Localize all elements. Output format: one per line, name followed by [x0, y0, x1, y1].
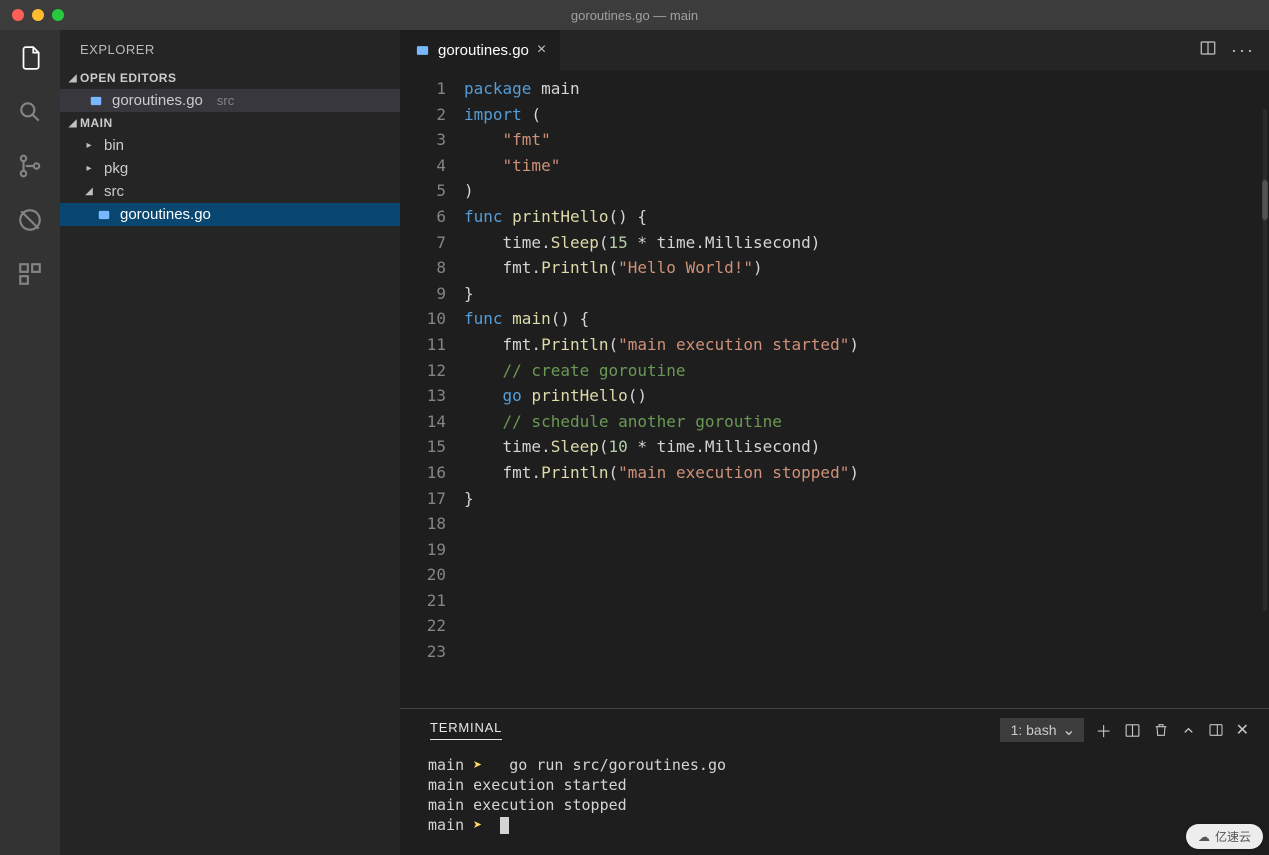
close-window-button[interactable]: [12, 9, 24, 21]
editor-tabs: goroutines.go × ···: [400, 30, 1269, 70]
collapse-icon[interactable]: [1181, 723, 1196, 738]
chevron-down-icon: ◢: [82, 186, 96, 197]
main-area: EXPLORER ◢ OPEN EDITORS goroutines.go src…: [0, 30, 1269, 855]
code-content[interactable]: package mainimport ( "fmt" "time")func p…: [464, 76, 1269, 708]
open-editor-item[interactable]: goroutines.go src: [60, 89, 400, 112]
split-editor-icon[interactable]: [1199, 39, 1217, 62]
folder-name: bin: [104, 137, 124, 154]
watermark: ☁ 亿速云: [1186, 824, 1263, 849]
terminal-output[interactable]: main ➤ go run src/goroutines.gomain exec…: [400, 751, 1269, 855]
debug-icon[interactable]: [16, 206, 44, 234]
search-icon[interactable]: [16, 98, 44, 126]
go-file-icon: [96, 207, 112, 223]
open-editors-label: OPEN EDITORS: [80, 71, 176, 85]
maximize-icon[interactable]: [1208, 722, 1224, 738]
editor-actions: ···: [1199, 30, 1269, 70]
files-icon[interactable]: [16, 44, 44, 72]
kill-terminal-icon[interactable]: [1153, 722, 1169, 738]
zoom-window-button[interactable]: [52, 9, 64, 21]
folder-name: src: [104, 183, 124, 200]
file-name: goroutines.go: [120, 206, 211, 223]
chevron-down-icon: ◢: [66, 73, 80, 84]
terminal-title[interactable]: TERMINAL: [430, 720, 502, 740]
watermark-text: 亿速云: [1215, 828, 1251, 845]
minimize-window-button[interactable]: [32, 9, 44, 21]
go-file-icon: [88, 93, 104, 109]
workspace-label: MAIN: [80, 116, 113, 130]
folder-item[interactable]: ◢ src: [60, 180, 400, 203]
window-controls: [0, 9, 64, 21]
folder-item[interactable]: ▸ pkg: [60, 157, 400, 180]
source-control-icon[interactable]: [16, 152, 44, 180]
close-panel-icon[interactable]: ✕: [1236, 720, 1249, 740]
editor-area: goroutines.go × ··· 12345678910111213141…: [400, 30, 1269, 855]
split-terminal-icon[interactable]: [1124, 722, 1141, 739]
editor-scrollbar-thumb[interactable]: [1262, 180, 1268, 220]
titlebar: goroutines.go — main: [0, 0, 1269, 30]
watermark-icon: ☁: [1198, 830, 1210, 844]
chevron-right-icon: ▸: [82, 163, 96, 174]
file-dir: src: [217, 93, 234, 108]
file-name: goroutines.go: [112, 92, 203, 109]
extensions-icon[interactable]: [16, 260, 44, 288]
code-editor[interactable]: 1234567891011121314151617181920212223 pa…: [400, 70, 1269, 708]
go-file-icon: [414, 42, 430, 58]
file-item[interactable]: goroutines.go: [60, 203, 400, 226]
folder-item[interactable]: ▸ bin: [60, 134, 400, 157]
sidebar-title: EXPLORER: [60, 30, 400, 67]
chevron-right-icon: ▸: [82, 140, 96, 151]
open-editors-header[interactable]: ◢ OPEN EDITORS: [60, 67, 400, 89]
chevron-down-icon: ◢: [66, 118, 80, 129]
line-numbers: 1234567891011121314151617181920212223: [400, 76, 464, 708]
tab-label: goroutines.go: [438, 42, 529, 59]
window-title: goroutines.go — main: [571, 8, 698, 23]
activity-bar: [0, 30, 60, 855]
folder-name: pkg: [104, 160, 128, 177]
more-icon[interactable]: ···: [1231, 40, 1255, 61]
workspace-header[interactable]: ◢ MAIN: [60, 112, 400, 134]
close-tab-icon[interactable]: ×: [537, 41, 546, 59]
tab-goroutines[interactable]: goroutines.go ×: [400, 30, 561, 70]
terminal-header: TERMINAL 1: bash ＋: [400, 709, 1269, 751]
terminal-selector[interactable]: 1: bash: [1000, 718, 1084, 742]
explorer-sidebar: EXPLORER ◢ OPEN EDITORS goroutines.go src…: [60, 30, 400, 855]
new-terminal-icon[interactable]: ＋: [1096, 718, 1112, 742]
terminal-panel: TERMINAL 1: bash ＋: [400, 708, 1269, 855]
